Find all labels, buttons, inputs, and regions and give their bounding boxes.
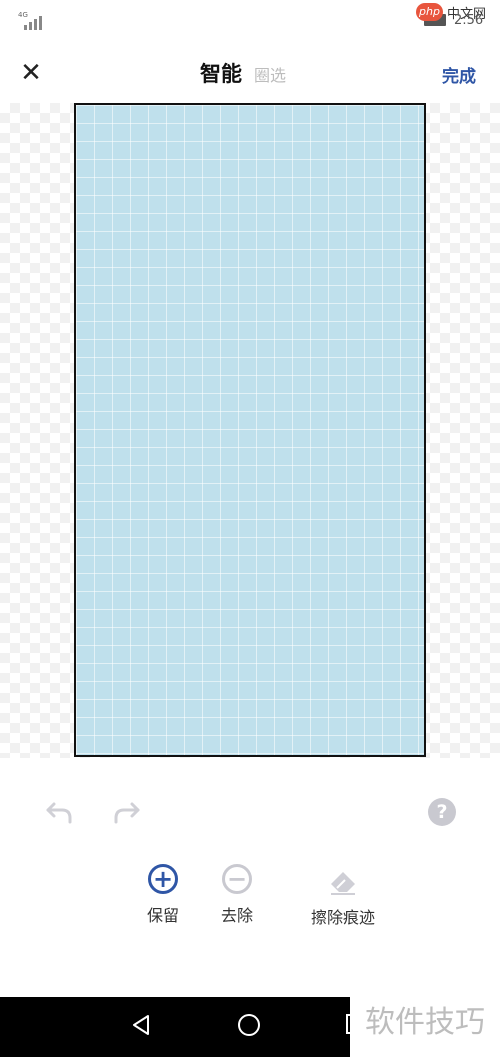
- redo-icon: [114, 802, 140, 824]
- remove-button[interactable]: − 去除: [214, 864, 260, 926]
- brush-actions: + 保留 − 去除 擦除痕迹: [0, 864, 500, 954]
- tool-bar: ?: [0, 790, 500, 840]
- minus-circle-icon: −: [222, 864, 252, 894]
- image-preview[interactable]: [74, 103, 426, 757]
- redo-button[interactable]: [110, 798, 142, 830]
- plus-circle-icon: +: [148, 864, 178, 894]
- watermark-bottom: 软件技巧: [350, 997, 500, 1057]
- signal-icon: 4G: [18, 12, 46, 30]
- keep-button[interactable]: + 保留: [140, 864, 186, 926]
- editor-canvas[interactable]: [0, 103, 500, 758]
- status-bar: 4G php 中文网 2:56: [0, 0, 500, 40]
- home-icon[interactable]: [238, 1014, 260, 1036]
- tab-smart[interactable]: 智能: [200, 58, 242, 88]
- eraser-icon: [331, 872, 355, 895]
- erase-trace-label: 擦除痕迹: [310, 908, 375, 927]
- help-button[interactable]: ?: [428, 798, 456, 826]
- tab-lasso[interactable]: 圈选: [254, 62, 286, 86]
- clock: 2:56: [454, 13, 484, 28]
- back-icon[interactable]: [130, 1014, 152, 1036]
- keep-label: 保留: [146, 906, 179, 925]
- php-logo: php: [416, 3, 443, 21]
- mode-tabs: 智能 圈选: [200, 58, 286, 88]
- top-bar: ✕ 智能 圈选 完成: [0, 48, 500, 98]
- done-button[interactable]: 完成: [442, 62, 476, 87]
- close-button[interactable]: ✕: [18, 58, 44, 88]
- undo-icon: [46, 802, 72, 824]
- undo-button[interactable]: [44, 798, 76, 830]
- erase-trace-button[interactable]: 擦除痕迹: [300, 864, 386, 928]
- network-type: 4G: [18, 11, 28, 19]
- remove-label: 去除: [220, 906, 253, 925]
